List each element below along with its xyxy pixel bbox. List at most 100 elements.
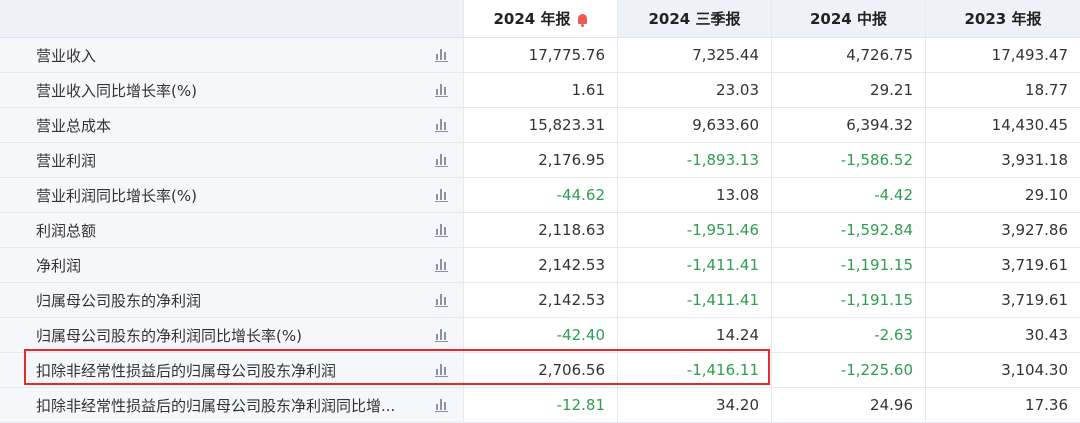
value-cell: -1,411.41 [618, 248, 772, 282]
table-row: 营业收入同比增长率(%) 1.61 23.03 29.21 18.77 [0, 73, 1080, 108]
value-cell: 3,719.61 [926, 283, 1080, 317]
row-label-cell: 扣除非经常性损益后的归属母公司股东净利润同比增... [0, 388, 464, 422]
bar-chart-icon[interactable] [435, 258, 449, 272]
value-cell: -1,592.84 [772, 213, 926, 247]
value-cell: 34.20 [618, 388, 772, 422]
value-cell: -2.63 [772, 318, 926, 352]
row-label-cell: 净利润 [0, 248, 464, 282]
bell-icon [578, 13, 588, 27]
value-cell: 2,142.53 [464, 283, 618, 317]
column-header-2024-q3[interactable]: 2024 三季报 [618, 0, 772, 37]
table-row: 营业总成本 15,823.31 9,633.60 6,394.32 14,430.45 [0, 108, 1080, 143]
row-label-cell: 扣除非经常性损益后的归属母公司股东净利润 [0, 353, 464, 387]
value-cell: -44.62 [464, 178, 618, 212]
bar-chart-icon[interactable] [435, 188, 449, 202]
row-label: 利润总额 [36, 221, 97, 240]
row-label-cell: 归属母公司股东的净利润同比增长率(%) [0, 318, 464, 352]
column-header-label: 2024 三季报 [648, 10, 741, 28]
value-cell: -1,225.60 [772, 353, 926, 387]
value-cell: 1.61 [464, 73, 618, 107]
column-header-label: 2023 年报 [964, 10, 1042, 28]
value-cell: 17,775.76 [464, 38, 618, 72]
column-header-2024-interim[interactable]: 2024 中报 [772, 0, 926, 37]
value-cell: -1,191.15 [772, 283, 926, 317]
row-label-cell: 营业收入同比增长率(%) [0, 73, 464, 107]
table-row: 利润总额 2,118.63 -1,951.46 -1,592.84 3,927.86 [0, 213, 1080, 248]
value-cell: -1,893.13 [618, 143, 772, 177]
value-cell: 4,726.75 [772, 38, 926, 72]
row-label-cell: 营业总成本 [0, 108, 464, 142]
value-cell: 13.08 [618, 178, 772, 212]
bar-chart-icon[interactable] [435, 153, 449, 167]
row-label: 营业总成本 [36, 116, 112, 135]
value-cell: -12.81 [464, 388, 618, 422]
table-row: 归属母公司股东的净利润 2,142.53 -1,411.41 -1,191.15 3,7… [0, 283, 1080, 318]
row-label: 归属母公司股东的净利润 [36, 291, 202, 310]
value-cell: 29.21 [772, 73, 926, 107]
row-label: 营业收入同比增长率(%) [36, 81, 197, 100]
table-row: 净利润 2,142.53 -1,411.41 -1,191.15 3,719.61 [0, 248, 1080, 283]
row-label: 营业利润同比增长率(%) [36, 186, 197, 205]
bar-chart-icon[interactable] [435, 363, 449, 377]
value-cell: -42.40 [464, 318, 618, 352]
bar-chart-icon[interactable] [435, 398, 449, 412]
row-label: 营业收入 [36, 46, 97, 65]
value-cell: 18.77 [926, 73, 1080, 107]
table-row: 营业利润 2,176.95 -1,893.13 -1,586.52 3,931.18 [0, 143, 1080, 178]
value-cell: 29.10 [926, 178, 1080, 212]
bar-chart-icon[interactable] [435, 328, 449, 342]
bar-chart-icon[interactable] [435, 118, 449, 132]
bar-chart-icon[interactable] [435, 293, 449, 307]
value-cell: 17,493.47 [926, 38, 1080, 72]
bar-chart-icon[interactable] [435, 48, 449, 62]
table-row: 营业利润同比增长率(%) -44.62 13.08 -4.42 29.10 [0, 178, 1080, 213]
value-cell: 3,927.86 [926, 213, 1080, 247]
row-label: 扣除非经常性损益后的归属母公司股东净利润同比增... [36, 396, 396, 415]
value-cell: 2,176.95 [464, 143, 618, 177]
table-header: 2024 年报 2024 三季报 2024 中报 2023 年报 [0, 0, 1080, 38]
value-cell: 3,719.61 [926, 248, 1080, 282]
value-cell: -1,191.15 [772, 248, 926, 282]
value-cell: 3,931.18 [926, 143, 1080, 177]
table-body: 营业收入 17,775.76 7,325.44 4,726.75 17,493.47 营业… [0, 38, 1080, 423]
table-row: 营业收入 17,775.76 7,325.44 4,726.75 17,493.47 [0, 38, 1080, 73]
table-row: 扣除非经常性损益后的归属母公司股东净利润 2,706.56 -1,416.11 -1,… [0, 353, 1080, 388]
column-header-2023-annual[interactable]: 2023 年报 [926, 0, 1080, 37]
value-cell: 2,706.56 [464, 353, 618, 387]
row-label: 营业利润 [36, 151, 97, 170]
value-cell: 2,142.53 [464, 248, 618, 282]
header-label-cell [0, 0, 464, 37]
value-cell: -4.42 [772, 178, 926, 212]
value-cell: 17.36 [926, 388, 1080, 422]
financial-table: 2024 年报 2024 三季报 2024 中报 2023 年报 营业收入 17,… [0, 0, 1080, 423]
value-cell: 23.03 [618, 73, 772, 107]
value-cell: 3,104.30 [926, 353, 1080, 387]
bar-chart-icon[interactable] [435, 83, 449, 97]
value-cell: -1,951.46 [618, 213, 772, 247]
value-cell: 15,823.31 [464, 108, 618, 142]
column-header-label: 2024 年报 [493, 10, 571, 28]
value-cell: 7,325.44 [618, 38, 772, 72]
row-label-cell: 营业利润同比增长率(%) [0, 178, 464, 212]
value-cell: -1,586.52 [772, 143, 926, 177]
value-cell: 30.43 [926, 318, 1080, 352]
row-label-cell: 利润总额 [0, 213, 464, 247]
value-cell: 24.96 [772, 388, 926, 422]
value-cell: 2,118.63 [464, 213, 618, 247]
value-cell: 9,633.60 [618, 108, 772, 142]
row-label: 扣除非经常性损益后的归属母公司股东净利润 [36, 361, 337, 380]
column-header-2024-annual[interactable]: 2024 年报 [464, 0, 618, 37]
column-header-label: 2024 中报 [810, 10, 887, 28]
row-label: 归属母公司股东的净利润同比增长率(%) [36, 326, 302, 345]
value-cell: 14,430.45 [926, 108, 1080, 142]
value-cell: 14.24 [618, 318, 772, 352]
row-label: 净利润 [36, 256, 82, 275]
value-cell: -1,411.41 [618, 283, 772, 317]
row-label-cell: 营业收入 [0, 38, 464, 72]
bar-chart-icon[interactable] [435, 223, 449, 237]
value-cell: 6,394.32 [772, 108, 926, 142]
row-label-cell: 营业利润 [0, 143, 464, 177]
value-cell: -1,416.11 [618, 353, 772, 387]
table-row: 归属母公司股东的净利润同比增长率(%) -42.40 14.24 -2.63 30.43 [0, 318, 1080, 353]
row-label-cell: 归属母公司股东的净利润 [0, 283, 464, 317]
